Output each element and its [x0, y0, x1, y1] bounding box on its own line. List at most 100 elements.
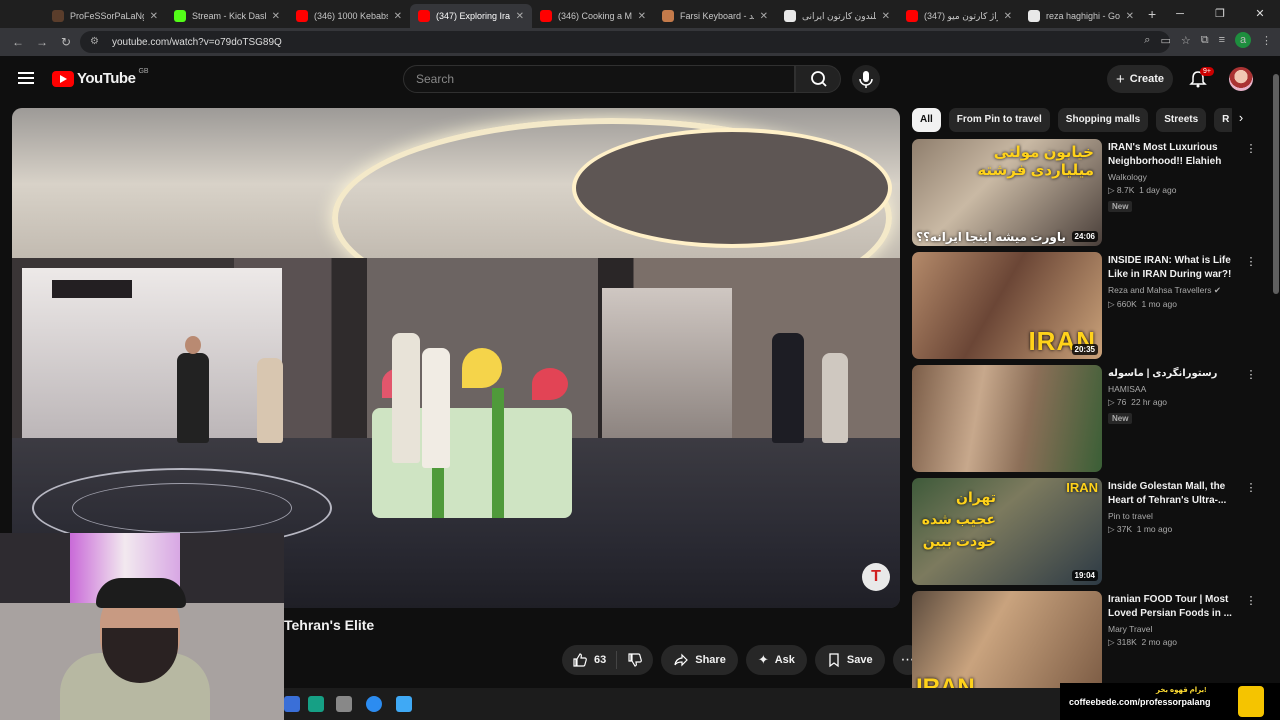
create-label: Create	[1129, 73, 1164, 85]
close-icon[interactable]: ✕	[150, 11, 158, 22]
app-icon[interactable]	[366, 696, 382, 712]
thumbnail-text: خیابون مولتی میلیاردی فرشته	[977, 144, 1094, 179]
menu-dots-icon[interactable]: ⋮	[1261, 34, 1272, 47]
close-icon[interactable]: ✕	[394, 11, 402, 22]
recommendation-title[interactable]: رستورانگردی | ماسوله	[1108, 367, 1238, 381]
verified-check-icon: ✔	[1213, 285, 1221, 295]
minimize-icon[interactable]: ─	[1160, 0, 1200, 28]
channel-name[interactable]: Mary Travel	[1108, 624, 1238, 634]
chevron-right-icon[interactable]: ›	[1232, 110, 1250, 130]
recommendation-title[interactable]: Inside Golestan Mall, the Heart of Tehra…	[1108, 480, 1238, 508]
more-options-icon[interactable]: ⋮	[1244, 368, 1258, 381]
new-tab-icon[interactable]: +	[1148, 6, 1156, 22]
view-stats: ▷ 8.7K 1 day ago	[1108, 185, 1238, 196]
like-button[interactable]: 63	[562, 645, 616, 675]
app-icon[interactable]	[336, 696, 352, 712]
youtube-icon	[296, 10, 308, 22]
channel-name[interactable]: Reza and Mahsa Travellers ✔	[1108, 285, 1238, 296]
recommendation-title[interactable]: Iranian FOOD Tour | Most Loved Persian F…	[1108, 593, 1238, 621]
chip-more[interactable]: R	[1214, 108, 1232, 132]
upload-age: 2 mo ago	[1141, 637, 1177, 647]
video-thumbnail[interactable]: IRAN	[912, 591, 1102, 698]
back-icon[interactable]: ←	[6, 35, 30, 49]
create-button[interactable]: + Create	[1107, 65, 1173, 93]
tab-title: (347) تیتراژ کارتون میو	[924, 10, 998, 21]
channel-name[interactable]: Walkology	[1108, 172, 1238, 182]
close-icon[interactable]: ✕	[516, 11, 524, 22]
sparkle-icon: ✦	[757, 652, 769, 667]
recommendation-item[interactable]: رستورانگردی | ماسوله HAMISAA ▷ 76 22 hr …	[912, 365, 1262, 473]
chip-shopping-malls[interactable]: Shopping malls	[1057, 108, 1149, 132]
browser-tab[interactable]: هلندون کارتون ایرانی ✕	[776, 4, 898, 28]
browser-tab[interactable]: ProFeSSorPaLaNg Str ✕	[44, 4, 166, 28]
close-window-icon[interactable]: ✕	[1240, 0, 1280, 28]
recommendation-title[interactable]: IRAN's Most Luxurious Neighborhood!! Ela…	[1108, 141, 1238, 169]
streamer-webcam-overlay	[0, 533, 284, 720]
more-options-icon[interactable]: ⋮	[1244, 142, 1258, 155]
app-icon[interactable]	[284, 696, 300, 712]
chip-all[interactable]: All	[912, 108, 941, 132]
tab-title: reza haghighi - Goog	[1046, 11, 1120, 21]
recommendation-title[interactable]: INSIDE IRAN: What is Life Like in IRAN D…	[1108, 254, 1238, 282]
close-icon[interactable]: ✕	[882, 11, 890, 22]
zoom-icon[interactable]: ⌕	[1144, 34, 1150, 47]
app-icon[interactable]	[308, 696, 324, 712]
account-avatar[interactable]	[1229, 67, 1253, 91]
maximize-icon[interactable]: ❐	[1200, 0, 1240, 28]
browser-tab[interactable]: (346) 1000 Kebabs a ✕	[288, 4, 410, 28]
video-frame-person	[772, 333, 804, 443]
share-button[interactable]: Share	[661, 645, 738, 675]
url-input[interactable]: ⚙ youtube.com/watch?v=o79doTSG89Q	[80, 31, 1170, 53]
ask-button[interactable]: ✦ Ask	[745, 645, 807, 675]
kick-icon	[174, 10, 186, 22]
browser-tab[interactable]: Stream - Kick Dashbo ✕	[166, 4, 288, 28]
profile-avatar[interactable]: a	[1235, 32, 1251, 48]
youtube-header: YouTube GB Search + Create 9+	[0, 56, 1280, 102]
page-scrollbar[interactable]	[1272, 62, 1280, 682]
close-icon[interactable]: ✕	[272, 11, 280, 22]
search-input[interactable]: Search	[403, 65, 795, 93]
video-thumbnail[interactable]: IRAN 20:35	[912, 252, 1102, 359]
channel-watermark-icon[interactable]: T	[862, 563, 890, 591]
chip-streets[interactable]: Streets	[1156, 108, 1207, 132]
browser-tab-active[interactable]: (347) Exploring Iran's ✕	[410, 4, 532, 28]
channel-name[interactable]: HAMISAA	[1108, 384, 1238, 394]
more-options-icon[interactable]: ⋮	[1244, 255, 1258, 268]
microphone-icon	[859, 71, 873, 88]
share-label: Share	[695, 654, 726, 666]
browser-tab[interactable]: (346) Cooking a Mas ✕	[532, 4, 654, 28]
browser-tab[interactable]: Farsi Keyboard - کلید ✕	[654, 4, 776, 28]
voice-search-button[interactable]	[852, 65, 880, 93]
more-options-icon[interactable]: ⋮	[1244, 594, 1258, 607]
recommendation-item[interactable]: IRAN تهران عجیب شده خودت ببین 19:04 Insi…	[912, 478, 1262, 586]
media-icon[interactable]: ≡	[1219, 34, 1225, 46]
close-icon[interactable]: ✕	[638, 11, 646, 22]
video-thumbnail[interactable]: خیابون مولتی میلیاردی فرشته باورت میشه ا…	[912, 139, 1102, 246]
video-frame-person	[257, 358, 283, 443]
more-options-icon[interactable]: ⋮	[1244, 481, 1258, 494]
hamburger-menu-icon[interactable]	[18, 72, 34, 84]
close-icon[interactable]: ✕	[1004, 11, 1012, 22]
cast-icon[interactable]: ▭	[1160, 34, 1170, 47]
extensions-icon[interactable]: ⧉	[1201, 34, 1209, 47]
search-button[interactable]	[795, 65, 841, 93]
video-thumbnail[interactable]	[912, 365, 1102, 472]
youtube-logo[interactable]: YouTube GB	[52, 68, 149, 87]
bookmark-star-icon[interactable]: ☆	[1181, 34, 1191, 47]
browser-tab[interactable]: (347) تیتراژ کارتون میو ✕	[898, 4, 1020, 28]
forward-icon[interactable]: →	[30, 35, 54, 49]
chip-from-pin-to-travel[interactable]: From Pin to travel	[948, 108, 1050, 132]
close-icon[interactable]: ✕	[760, 11, 768, 22]
scrollbar-thumb[interactable]	[1273, 74, 1279, 294]
app-icon[interactable]	[396, 696, 412, 712]
recommendation-item[interactable]: خیابون مولتی میلیاردی فرشته باورت میشه ا…	[912, 139, 1262, 247]
close-icon[interactable]: ✕	[1126, 11, 1134, 22]
save-button[interactable]: Save	[814, 645, 885, 675]
video-thumbnail[interactable]: IRAN تهران عجیب شده خودت ببین 19:04	[912, 478, 1102, 585]
site-info-icon[interactable]: ⚙	[90, 36, 102, 48]
recommendation-item[interactable]: IRAN 20:35 INSIDE IRAN: What is Life Lik…	[912, 252, 1262, 360]
browser-tab[interactable]: reza haghighi - Goog ✕	[1020, 4, 1142, 28]
reload-icon[interactable]: ↻	[54, 35, 78, 49]
channel-name[interactable]: Pin to travel	[1108, 511, 1238, 521]
dislike-button[interactable]	[617, 645, 653, 675]
